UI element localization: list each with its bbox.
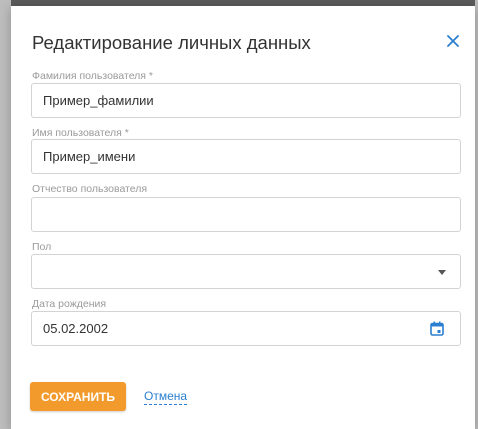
first-name-field[interactable]: Пример_имени (31, 139, 461, 174)
edit-personal-data-dialog: Редактирование личных данных Фамилия пол… (11, 6, 475, 429)
close-icon (447, 35, 459, 47)
last-name-field[interactable]: Пример_фамилии (31, 83, 461, 118)
background-left-panel (0, 0, 11, 429)
middle-name-field[interactable] (31, 197, 461, 232)
birth-date-field[interactable]: 05.02.2002 (31, 311, 461, 346)
gender-label: Пол (32, 241, 52, 253)
first-name-label: Имя пользователя * (32, 127, 129, 139)
birth-date-value: 05.02.2002 (43, 321, 109, 336)
birth-date-label: Дата рождения (32, 298, 107, 310)
save-button[interactable]: СОХРАНИТЬ (30, 382, 126, 411)
last-name-label: Фамилия пользователя * (32, 70, 153, 82)
first-name-value: Пример_имени (43, 149, 136, 164)
dialog-title: Редактирование личных данных (32, 32, 311, 53)
gender-select[interactable] (31, 254, 461, 289)
close-button[interactable] (442, 30, 464, 52)
middle-name-label: Отчество пользователя (32, 183, 148, 195)
calendar-icon[interactable] (430, 321, 444, 336)
chevron-down-icon (438, 270, 446, 275)
last-name-value: Пример_фамилии (43, 93, 154, 108)
cancel-link[interactable]: Отмена (144, 389, 188, 405)
